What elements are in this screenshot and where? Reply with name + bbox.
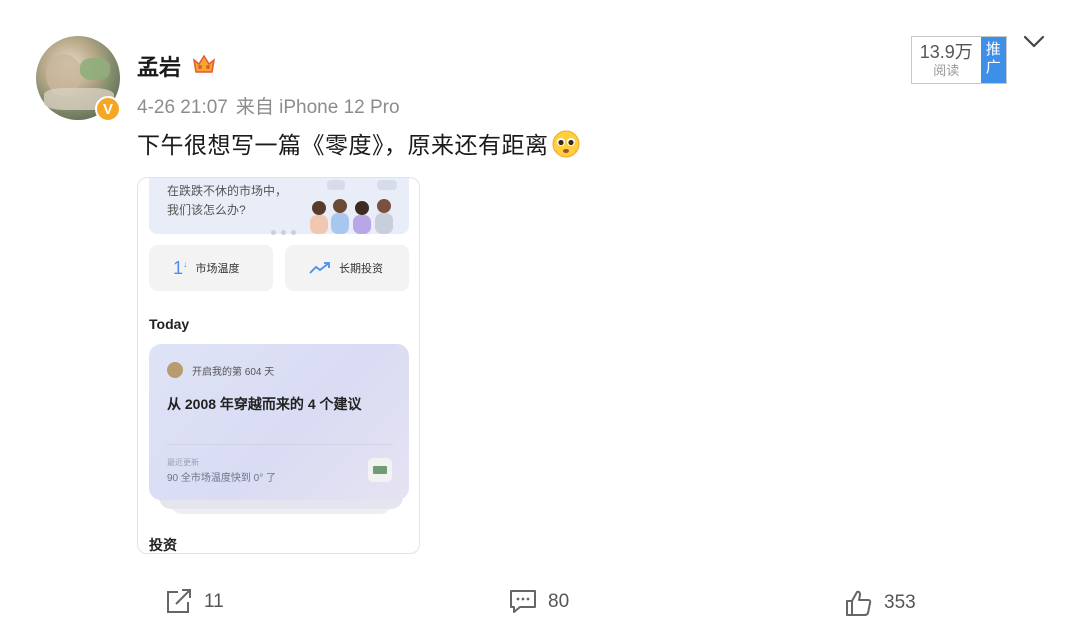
- today-heading: Today: [149, 316, 190, 332]
- comment-icon: [510, 590, 536, 613]
- crown-icon: [192, 54, 216, 73]
- thermometer-icon: 1↓: [173, 257, 188, 278]
- share-count: 11: [204, 591, 224, 612]
- share-icon: [167, 589, 191, 613]
- post-meta: 4-26 21:07 来自 iPhone 12 Pro: [137, 92, 400, 119]
- like-button[interactable]: 353: [844, 588, 916, 618]
- promote-button[interactable]: 推广: [980, 37, 1006, 83]
- like-count: 353: [884, 592, 916, 613]
- pleading-face-icon: [552, 130, 579, 158]
- post-source: 来自 iPhone 12 Pro: [235, 97, 400, 118]
- views-counter: 13.9万 阅读 推广: [911, 36, 1007, 84]
- avatar: [167, 362, 183, 378]
- card-days: 开启我的第 604 天: [192, 367, 275, 378]
- banner-text: 在跌跌不休的市场中， 我们该怎么办?: [167, 182, 287, 220]
- banner-line-1: 在跌跌不休的市场中，: [167, 184, 288, 198]
- tile-label: 长期投资: [339, 263, 383, 275]
- share-button[interactable]: 11: [164, 588, 224, 616]
- banner-line-2: 我们该怎么办?: [167, 203, 246, 217]
- post-timestamp[interactable]: 4-26 21:07: [137, 97, 228, 118]
- views-count: 13.9万: [919, 42, 973, 62]
- long-term-invest-tile[interactable]: 长期投资: [285, 245, 409, 291]
- post-image[interactable]: 在跌跌不休的市场中， 我们该怎么办? 1↓ 市场温度 长期投资 Today 开启…: [137, 177, 420, 554]
- today-card[interactable]: 开启我的第 604 天 从 2008 年穿越而来的 4 个建议 最近更新 90 …: [149, 344, 409, 500]
- card-updated-label: 最近更新: [167, 458, 199, 467]
- verified-badge-icon: V: [95, 96, 121, 122]
- comment-count: 80: [548, 591, 570, 612]
- chevron-down-icon[interactable]: [1022, 34, 1046, 50]
- card-headline: 从 2008 年穿越而来的 4 个建议: [167, 396, 362, 412]
- tile-label: 市场温度: [195, 263, 240, 275]
- divider: [167, 444, 393, 445]
- post-text: 下午很想写一篇《零度》，原来还有距离: [137, 126, 581, 160]
- comment-button[interactable]: 80: [508, 588, 569, 616]
- app-banner: 在跌跌不休的市场中， 我们该怎么办?: [149, 178, 409, 235]
- post-text-content: 下午很想写一篇《零度》，原来还有距离: [137, 132, 549, 158]
- invest-heading: 投资: [149, 537, 177, 553]
- thumbs-up-icon: [846, 590, 872, 616]
- card-updated-text: 90 全市场温度快到 0° 了: [167, 473, 277, 484]
- people-illustration-icon: [310, 180, 397, 234]
- carousel-dots: [271, 222, 301, 240]
- market-temperature-tile[interactable]: 1↓ 市场温度: [149, 245, 273, 291]
- trend-up-icon: [309, 262, 330, 274]
- username[interactable]: 孟岩: [137, 50, 181, 82]
- views-label: 阅读: [933, 63, 960, 78]
- chart-thumbnail-icon: [368, 458, 392, 482]
